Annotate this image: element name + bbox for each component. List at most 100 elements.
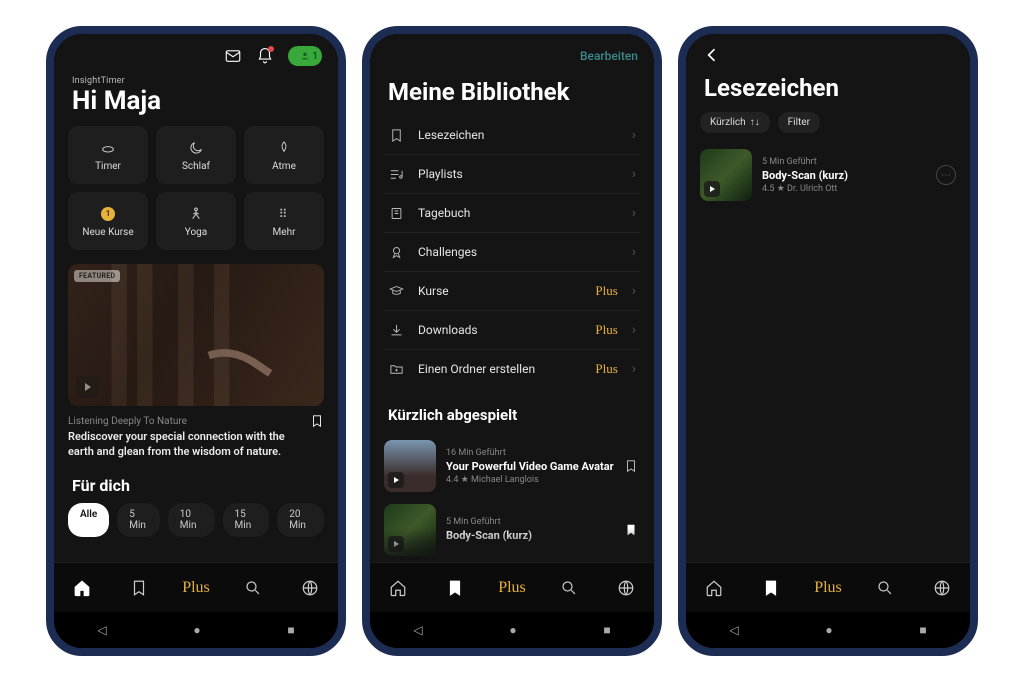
row-label: Playlists <box>418 167 618 181</box>
for-you-heading: Für dich <box>54 460 338 503</box>
tab-home[interactable] <box>388 578 408 598</box>
tile-yoga[interactable]: Yoga <box>156 192 236 250</box>
track-meta: 5 Min Geführt <box>446 517 614 527</box>
chevron-icon: › <box>632 205 636 221</box>
tab-search[interactable] <box>243 578 263 598</box>
sort-label: Kürzlich <box>710 117 746 128</box>
nav-recent-icon[interactable]: ■ <box>919 623 926 637</box>
chip-5min[interactable]: 5 Min <box>117 503 160 537</box>
android-nav: ◁ ● ■ <box>370 612 654 648</box>
nav-back-icon[interactable]: ◁ <box>97 623 106 637</box>
row-label: Downloads <box>418 323 581 337</box>
tile-label: Mehr <box>273 227 296 238</box>
mail-icon[interactable] <box>224 47 242 65</box>
duration-chips: Alle 5 Min 10 Min 15 Min 20 Min <box>54 503 338 537</box>
phone-library: Bearbeiten Meine Bibliothek Lesezeichen ›… <box>362 26 662 656</box>
avatar-badge[interactable]: 1 <box>288 46 322 66</box>
track-thumb <box>384 440 436 492</box>
chevron-icon: › <box>632 127 636 143</box>
tab-community[interactable] <box>932 578 952 598</box>
row-journal[interactable]: Tagebuch › <box>384 194 640 233</box>
more-icon[interactable]: ⋯ <box>936 165 956 185</box>
tab-search[interactable] <box>559 578 579 598</box>
nav-home-icon[interactable]: ● <box>193 623 200 637</box>
bell-icon[interactable] <box>256 47 274 65</box>
android-nav: ◁ ● ■ <box>54 612 338 648</box>
tab-plus[interactable]: Plus <box>818 578 838 598</box>
nav-home-icon[interactable]: ● <box>509 623 516 637</box>
track-item[interactable]: 5 Min Geführt Body-Scan (kurz) 4.5 ★ Dr.… <box>686 143 970 207</box>
recent-heading: Kürzlich abgespielt <box>370 388 654 434</box>
tabbar: Plus <box>686 562 970 612</box>
tile-breathe[interactable]: Atme <box>244 126 324 184</box>
quick-tiles: Timer Schlaf Atme 1Neue Kurse Yoga ⠿Mehr <box>54 126 338 250</box>
tabbar: Plus <box>370 562 654 612</box>
chevron-icon: › <box>632 166 636 182</box>
chip-15min[interactable]: 15 Min <box>223 503 270 537</box>
chip-all[interactable]: Alle <box>68 503 109 537</box>
library-list: Lesezeichen › Playlists › Tagebuch › Challe… <box>370 116 654 388</box>
topbar: Bearbeiten <box>370 34 654 74</box>
tab-search[interactable] <box>875 578 895 598</box>
back-button[interactable] <box>702 44 724 66</box>
plus-badge: Plus <box>595 322 617 338</box>
row-bookmarks[interactable]: Lesezeichen › <box>384 116 640 155</box>
bookmark-icon[interactable] <box>310 414 324 428</box>
plus-badge: Plus <box>595 283 617 299</box>
sort-icon: ↑↓ <box>750 117 760 128</box>
plus-badge: Plus <box>595 361 617 377</box>
row-challenges[interactable]: Challenges› <box>384 233 640 272</box>
tab-home[interactable] <box>704 578 724 598</box>
brand-label: InsightTimer <box>54 74 338 86</box>
chevron-icon: › <box>632 361 636 377</box>
tab-library[interactable] <box>129 578 149 598</box>
track-thumb <box>700 149 752 201</box>
filter-button[interactable]: Filter <box>778 112 820 133</box>
row-label: Kurse <box>418 284 581 298</box>
page-title: Lesezeichen <box>686 70 970 112</box>
tile-courses[interactable]: 1Neue Kurse <box>68 192 148 250</box>
row-downloads[interactable]: DownloadsPlus› <box>384 311 640 350</box>
tab-community[interactable] <box>300 578 320 598</box>
bookmark-icon[interactable] <box>624 458 640 474</box>
sort-button[interactable]: Kürzlich ↑↓ <box>700 112 770 133</box>
tab-community[interactable] <box>616 578 636 598</box>
row-label: Tagebuch <box>418 206 618 220</box>
tabbar: Plus <box>54 562 338 612</box>
nav-home-icon[interactable]: ● <box>825 623 832 637</box>
tile-label: Schlaf <box>182 161 210 172</box>
row-label: Einen Ordner erstellen <box>418 362 581 376</box>
play-icon[interactable] <box>388 536 404 552</box>
tab-plus[interactable]: Plus <box>502 578 522 598</box>
chip-20min[interactable]: 20 Min <box>277 503 324 537</box>
edit-button[interactable]: Bearbeiten <box>580 49 638 63</box>
tab-library[interactable] <box>761 578 781 598</box>
row-create-folder[interactable]: Einen Ordner erstellen Plus › <box>384 350 640 388</box>
row-courses[interactable]: KursePlus› <box>384 272 640 311</box>
tile-sleep[interactable]: Schlaf <box>156 126 236 184</box>
tile-label: Neue Kurse <box>82 227 133 238</box>
play-icon[interactable] <box>704 181 720 197</box>
tile-timer[interactable]: Timer <box>68 126 148 184</box>
tile-label: Atme <box>272 161 296 172</box>
featured-card[interactable]: FEATURED <box>68 264 324 406</box>
row-label: Lesezeichen <box>418 128 618 142</box>
page-title: Meine Bibliothek <box>370 74 654 116</box>
nav-recent-icon[interactable]: ■ <box>287 623 294 637</box>
tab-home[interactable] <box>72 578 92 598</box>
row-playlists[interactable]: Playlists › <box>384 155 640 194</box>
nav-back-icon[interactable]: ◁ <box>413 623 422 637</box>
tab-library[interactable] <box>445 578 465 598</box>
nav-recent-icon[interactable]: ■ <box>603 623 610 637</box>
track-item[interactable]: 5 Min Geführt Body-Scan (kurz) <box>370 498 654 562</box>
tab-plus[interactable]: Plus <box>186 578 206 598</box>
play-icon[interactable] <box>388 472 404 488</box>
track-item[interactable]: 16 Min Geführt Your Powerful Video Game … <box>370 434 654 498</box>
track-title: Body-Scan (kurz) <box>446 529 614 542</box>
greeting: Hi Maja <box>54 86 338 126</box>
tile-more[interactable]: ⠿Mehr <box>244 192 324 250</box>
bookmark-icon[interactable] <box>624 522 640 538</box>
nav-back-icon[interactable]: ◁ <box>729 623 738 637</box>
chip-10min[interactable]: 10 Min <box>168 503 215 537</box>
track-thumb <box>384 504 436 556</box>
